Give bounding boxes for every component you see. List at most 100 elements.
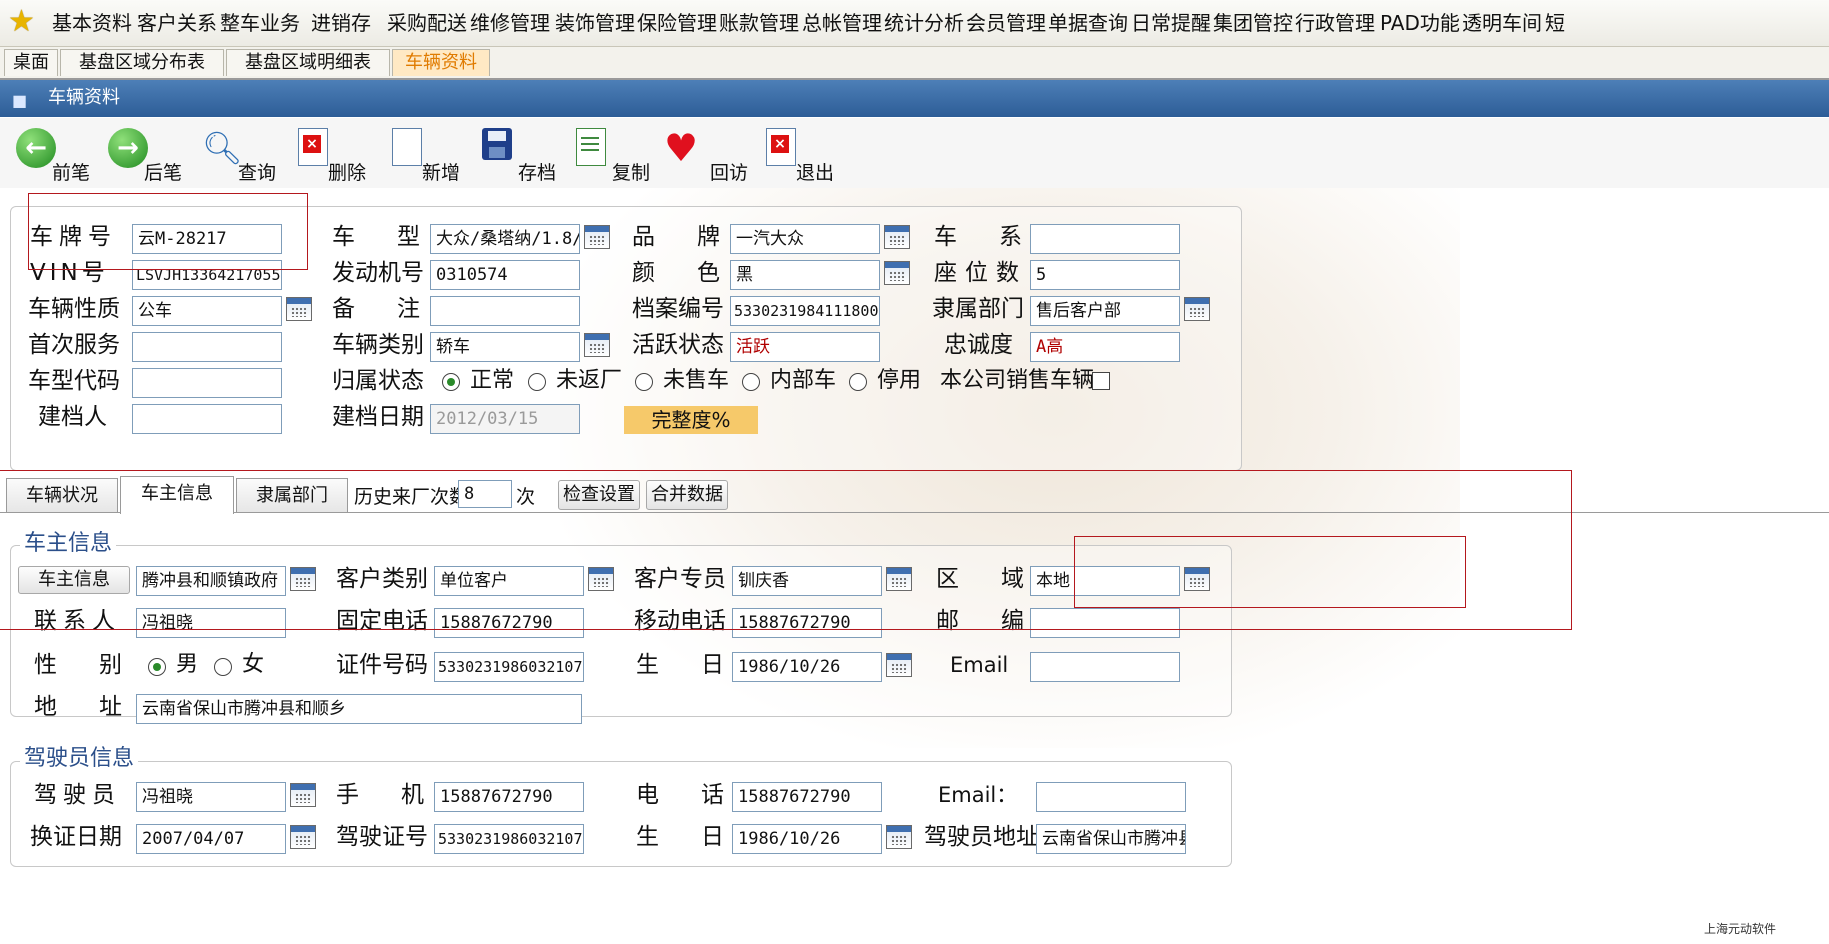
driver-phone-input[interactable]: 15887672790 — [732, 782, 882, 812]
nature-input[interactable]: 公车 — [132, 296, 282, 326]
driver-address-label: 驾驶员地址 — [924, 824, 1039, 850]
model-picker-icon[interactable] — [584, 225, 610, 249]
color-picker-icon[interactable] — [884, 261, 910, 285]
renew-date-picker-icon[interactable] — [290, 825, 316, 849]
menu-item-crm[interactable]: 客户关系 — [137, 10, 217, 36]
birthday-picker-icon[interactable] — [886, 653, 912, 677]
menu-item-statistics[interactable]: 统计分析 — [884, 10, 964, 36]
driver-name-picker-icon[interactable] — [290, 783, 316, 807]
category-label: 车辆类别 — [332, 332, 424, 358]
remark-input[interactable] — [430, 296, 580, 326]
department-picker-icon[interactable] — [1184, 297, 1210, 321]
loyalty-input[interactable]: A高 — [1030, 332, 1180, 362]
driver-birthday-input[interactable]: 1986/10/26 — [732, 824, 882, 854]
first-service-input[interactable] — [132, 332, 282, 362]
driver-birthday-picker-icon[interactable] — [886, 825, 912, 849]
brand-picker-icon[interactable] — [884, 225, 910, 249]
archive-no-label: 档案编号 — [632, 296, 724, 322]
gender-radio-female[interactable] — [214, 658, 232, 676]
menu-item-truncated[interactable]: 短 — [1545, 10, 1575, 36]
menu-item-pad[interactable]: PAD功能 — [1380, 10, 1460, 36]
tab-region-distribution[interactable]: 基盘区域分布表 — [60, 49, 224, 76]
menu-item-documents[interactable]: 单据查询 — [1048, 10, 1128, 36]
toolbar: ← 前笔 → 后笔 🔍︎ 查询 × 删除 新增 存档 复制 ♥ 回访 × 退出 — [0, 118, 1829, 188]
ownership-radio-disabled[interactable] — [849, 373, 867, 391]
loyalty-label: 忠诚度 — [944, 332, 1013, 358]
menu-item-procurement[interactable]: 采购配送 — [387, 10, 467, 36]
tab-desktop[interactable]: 桌面 — [4, 49, 58, 76]
save-button[interactable]: 存档 — [482, 126, 556, 184]
star-logo-icon: ★ — [8, 4, 35, 39]
company-sold-checkbox[interactable] — [1092, 372, 1110, 390]
license-no-label: 驾驶证号 — [336, 824, 428, 850]
menu-item-accounts[interactable]: 账款管理 — [719, 10, 799, 36]
menu-item-basic[interactable]: 基本资料 — [52, 10, 132, 36]
seats-input[interactable]: 5 — [1030, 260, 1180, 290]
gender-radio-male[interactable] — [148, 658, 166, 676]
watermark-text: 上海元动软件 — [1704, 922, 1777, 936]
id-no-input[interactable]: 533023198603210718 — [434, 652, 584, 682]
prev-button[interactable]: ← 前笔 — [16, 126, 90, 184]
heart-icon: ♥ — [664, 126, 699, 170]
archive-no-input[interactable]: 533023198411180016 — [730, 296, 880, 326]
ownership-radio-unsold[interactable] — [635, 373, 653, 391]
category-picker-icon[interactable] — [584, 333, 610, 357]
new-button[interactable]: 新增 — [392, 126, 460, 184]
address-input[interactable]: 云南省保山市腾冲县和顺乡 — [136, 694, 582, 724]
driver-name-input[interactable]: 冯祖晓 — [136, 782, 286, 812]
ownership-radio-internal[interactable] — [742, 373, 760, 391]
color-input[interactable]: 黑 — [730, 260, 880, 290]
driver-email-input[interactable] — [1036, 782, 1186, 812]
nature-picker-icon[interactable] — [286, 297, 312, 321]
driver-mobile-input[interactable]: 15887672790 — [434, 782, 584, 812]
model-code-input[interactable] — [132, 368, 282, 398]
model-input[interactable]: 大众/桑塔纳/1.8/手 — [430, 224, 580, 254]
revisit-button[interactable]: ♥ 回访 — [664, 126, 748, 184]
tab-region-detail[interactable]: 基盘区域明细表 — [226, 49, 390, 76]
menu-item-workshop[interactable]: 透明车间 — [1462, 10, 1542, 36]
menu-item-insurance[interactable]: 保险管理 — [637, 10, 717, 36]
created-date-label: 建档日期 — [332, 404, 424, 430]
engine-label: 发动机号 — [332, 260, 424, 286]
brand-input[interactable]: 一汽大众 — [730, 224, 880, 254]
next-button[interactable]: → 后笔 — [108, 126, 182, 184]
menu-item-group[interactable]: 集团管控 — [1213, 10, 1293, 36]
engine-input[interactable]: 0310574 — [430, 260, 580, 290]
top-menu-bar: ★ 基本资料 客户关系 整车业务 进销存 采购配送 维修管理 装饰管理 保险管理… — [0, 0, 1829, 47]
ownership-option-not-returned: 未返厂 — [556, 368, 623, 393]
gender-option-male: 男 — [176, 652, 199, 677]
query-button[interactable]: 🔍︎ 查询 — [202, 126, 276, 184]
exit-doc-icon: × — [766, 128, 796, 166]
tab-vehicle-info[interactable]: 车辆资料 — [392, 49, 490, 76]
delete-button[interactable]: × 删除 — [298, 126, 366, 184]
menu-item-reminders[interactable]: 日常提醒 — [1131, 10, 1211, 36]
menu-item-repair[interactable]: 维修管理 — [470, 10, 550, 36]
menu-item-members[interactable]: 会员管理 — [966, 10, 1046, 36]
created-date-input: 2012/03/15 — [430, 404, 580, 434]
category-input[interactable]: 轿车 — [430, 332, 580, 362]
menu-item-vehicle-sales[interactable]: 整车业务 — [220, 10, 300, 36]
email-input[interactable] — [1030, 652, 1180, 682]
menu-item-ledger[interactable]: 总帐管理 — [802, 10, 882, 36]
revisit-label: 回访 — [710, 162, 749, 184]
driver-address-input[interactable]: 云南省保山市腾冲县 — [1036, 824, 1186, 854]
exit-button[interactable]: × 退出 — [766, 126, 834, 184]
menu-item-inventory[interactable]: 进销存 — [311, 10, 371, 36]
ownership-option-unsold: 未售车 — [663, 368, 730, 393]
department-input[interactable]: 售后客户部 — [1030, 296, 1180, 326]
copy-button[interactable]: 复制 — [576, 126, 650, 184]
renew-date-input[interactable]: 2007/04/07 — [136, 824, 286, 854]
series-input[interactable] — [1030, 224, 1180, 254]
driver-section-title: 驾驶员信息 — [20, 745, 139, 773]
prev-label: 前笔 — [52, 162, 91, 184]
creator-input[interactable] — [132, 404, 282, 434]
menu-item-admin[interactable]: 行政管理 — [1295, 10, 1375, 36]
birthday-input[interactable]: 1986/10/26 — [732, 652, 882, 682]
menu-item-decoration[interactable]: 装饰管理 — [555, 10, 635, 36]
license-no-input[interactable]: 533023198603210718 — [434, 824, 584, 854]
ownership-radio-not-returned[interactable] — [528, 373, 546, 391]
driver-email-label: Email： — [938, 783, 1018, 807]
delete-doc-icon: × — [298, 128, 328, 166]
ownership-radio-normal[interactable] — [442, 373, 460, 391]
active-status-input[interactable]: 活跃 — [730, 332, 880, 362]
